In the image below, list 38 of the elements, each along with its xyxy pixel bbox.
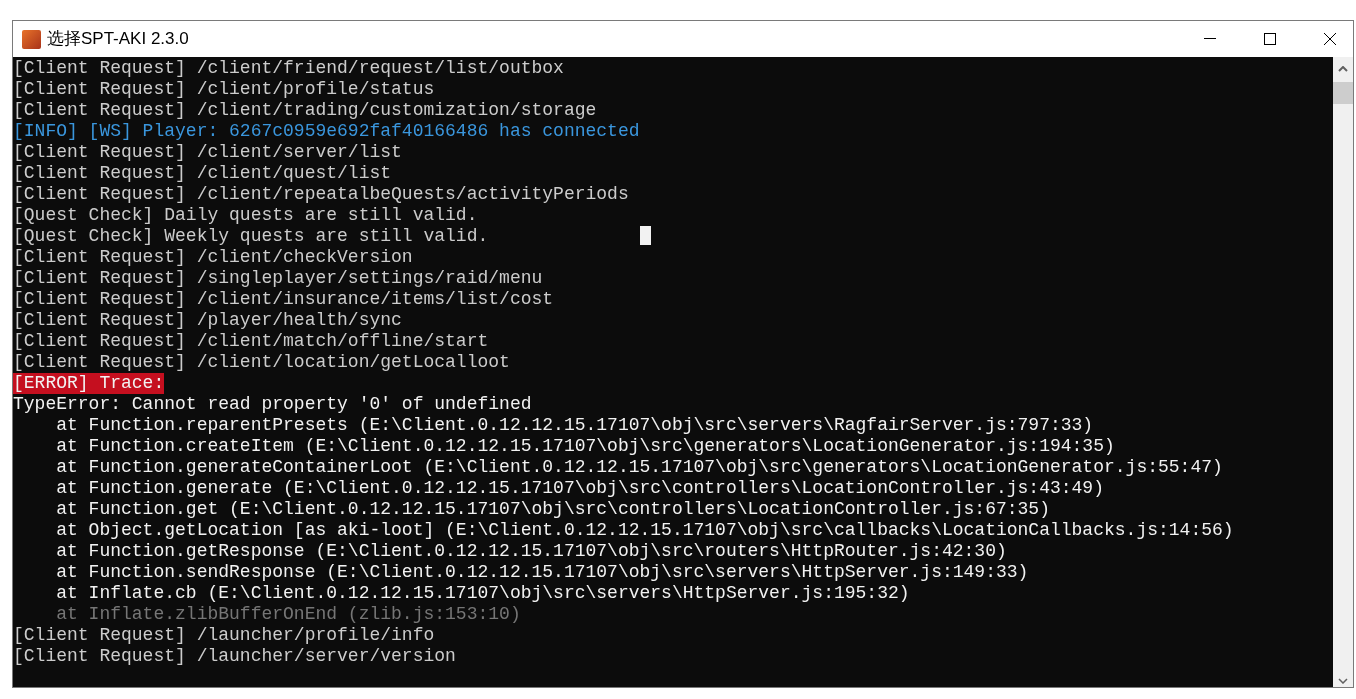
log-line: at Function.sendResponse (E:\Client.0.12.12.15.17107\obj\src\servers\HttpServer.js:149:33) (55, 562, 1029, 583)
info-line: [INFO] [WS] Player: 6267c0959e692faf40166486 has connected (13, 121, 640, 142)
log-line: [Client Request] /client/trading/customization/storage (13, 100, 597, 121)
log-line: at Function.generate (E:\Client.0.12.12.15.17107\obj\src\controllers\LocationController.js:43:49) (55, 478, 1104, 499)
log-line: at Inflate.cb (E:\Client.0.12.12.15.17107\obj\src\servers\HttpServer.js:195:32) (55, 583, 910, 604)
log-line: at Function.getResponse (E:\Client.0.12.12.15.17107\obj\src\routers\HttpRouter.js:42:30) (55, 541, 1007, 562)
log-line: [Client Request] /client/location/getLocalloot (13, 352, 510, 373)
maximize-icon (1264, 33, 1276, 45)
log-line: [Client Request] /client/profile/status (13, 79, 435, 100)
minimize-icon (1204, 38, 1216, 40)
log-line: [Client Request] /client/quest/list (13, 163, 392, 184)
log-line: [Client Request] /client/friend/request/list/outbox (13, 58, 564, 79)
log-line: at Function.generateContainerLoot (E:\Client.0.12.12.15.17107\obj\src\generators\LocationGenerator.js:55:47) (55, 457, 1223, 478)
window-title: 选择SPT-AKI 2.3.0 (47, 28, 189, 51)
scrollbar-thumb[interactable] (1333, 82, 1353, 104)
log-line: [Client Request] /client/repeatalbeQuests/activityPeriods (13, 184, 629, 205)
log-line: [Quest Check] Daily quests are still valid. (13, 205, 478, 226)
log-line: [Client Request] /client/checkVersion (13, 247, 413, 268)
text-cursor-icon (640, 226, 651, 245)
log-line: [Client Request] /player/health/sync (13, 310, 402, 331)
log-line: TypeError: Cannot read property '0' of undefined (13, 394, 532, 415)
app-icon (22, 29, 41, 49)
close-icon (1324, 33, 1336, 45)
log-line: at Inflate.zlibBufferOnEnd (zlib.js:153:10) (55, 604, 521, 625)
log-line: at Function.reparentPresets (E:\Client.0.12.12.15.17107\obj\src\servers\RagfairServer.js:797:33) (55, 415, 1094, 436)
log-line: [Client Request] /client/match/offline/start (13, 331, 489, 352)
log-line: [Client Request] /singleplayer/settings/raid/menu (13, 268, 543, 289)
log-line: [Client Request] /client/insurance/items/list/cost (13, 289, 554, 310)
log-line: [Client Request] /launcher/profile/info (13, 625, 435, 646)
log-line: at Function.createItem (E:\Client.0.12.12.15.17107\obj\src\generators\LocationGenerator.js:194:35) (55, 436, 1115, 457)
log-line: [Client Request] /launcher/server/version (13, 646, 456, 667)
scroll-down-icon[interactable] (1338, 678, 1348, 684)
log-line: [Client Request] /client/server/list (13, 142, 402, 163)
scroll-up-icon[interactable] (1338, 66, 1348, 72)
log-line: [Quest Check] Weekly quests are still valid. (13, 226, 489, 247)
log-line: at Object.getLocation [as aki-loot] (E:\Client.0.12.12.15.17107\obj\src\callbacks\LocationCallbacks.js:14:56) (55, 520, 1234, 541)
scrollbar[interactable] (1333, 57, 1353, 687)
log-line: at Function.get (E:\Client.0.12.12.15.17107\obj\src\controllers\LocationController.js:67:35) (55, 499, 1050, 520)
